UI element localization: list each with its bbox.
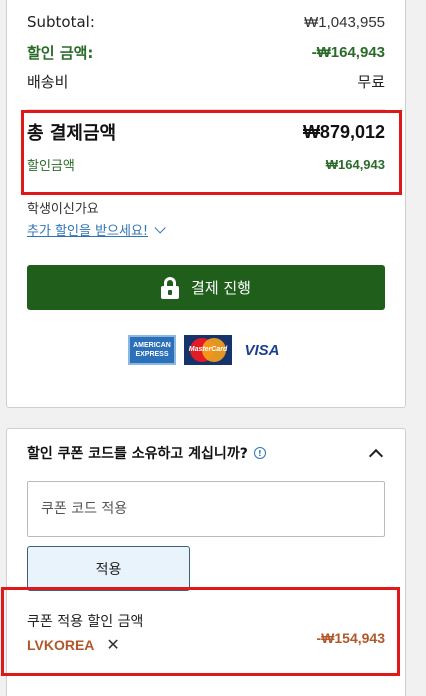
discount-value: -₩164,943 [311,44,385,61]
shipping-row: 배송비 무료 [27,71,385,92]
coupon-header[interactable]: 할인 쿠폰 코드를 소유하고 계십니까? ! [27,443,385,464]
coupon-title: 할인 쿠폰 코드를 소유하고 계십니까? ! [27,443,266,463]
mastercard-logo: MasterCard [184,335,232,365]
remove-coupon-icon[interactable]: ✕ [106,635,119,655]
student-label: 학생이신가요 [27,202,99,217]
shipping-label: 배송비 [27,73,69,91]
coupon-applied-label: 쿠폰 적용 할인 금액 [27,614,144,630]
discount-row: 할인 금액: -₩164,943 [27,42,385,63]
total-discount-row: 할인금액 ₩164,943 [27,155,385,174]
total-discount-label: 할인금액 [27,159,75,174]
payment-methods: AMERICAN EXPRESS MasterCard VISA [7,335,405,365]
apply-coupon-button[interactable]: 적용 [27,546,190,591]
coupon-card: 할인 쿠폰 코드를 소유하고 계십니까? ! 적용 쿠폰 적용 할인 금액 LV… [1,428,406,696]
amex-logo: AMERICAN EXPRESS [128,335,176,365]
checkout-button[interactable]: 결제 진행 [27,265,385,310]
order-summary-card: Subtotal: ₩1,043,955 할인 금액: -₩164,943 배송… [6,0,406,408]
info-icon[interactable]: ! [253,447,266,459]
lock-icon [161,276,180,299]
subtotal-value: ₩1,043,955 [304,13,385,31]
student-discount-link[interactable]: 추가 할인을 받으세요! [27,220,166,239]
total-label: 총 결제금액 [27,123,117,144]
subtotal-row: Subtotal: ₩1,043,955 [27,13,385,31]
total-row: 총 결제금액 ₩879,012 [27,119,385,145]
chevron-down-icon[interactable] [154,221,166,234]
applied-coupon-code: LVKOREA ✕ [27,635,120,655]
coupon-code-text: LVKOREA [27,637,95,653]
subtotal-label: Subtotal: [27,13,95,31]
chevron-up-icon[interactable] [368,448,384,464]
coupon-discount-amount: -₩154,943 [316,630,385,646]
discount-label: 할인 금액: [27,44,94,62]
checkout-button-label: 결제 진행 [191,279,251,297]
student-link-text[interactable]: 추가 할인을 받으세요! [27,220,148,239]
shipping-value: 무료 [357,73,385,91]
total-discount-value: ₩164,943 [325,157,385,172]
coupon-code-input[interactable] [27,481,385,537]
visa-logo: VISA [244,341,280,359]
total-value: ₩879,012 [302,121,385,142]
